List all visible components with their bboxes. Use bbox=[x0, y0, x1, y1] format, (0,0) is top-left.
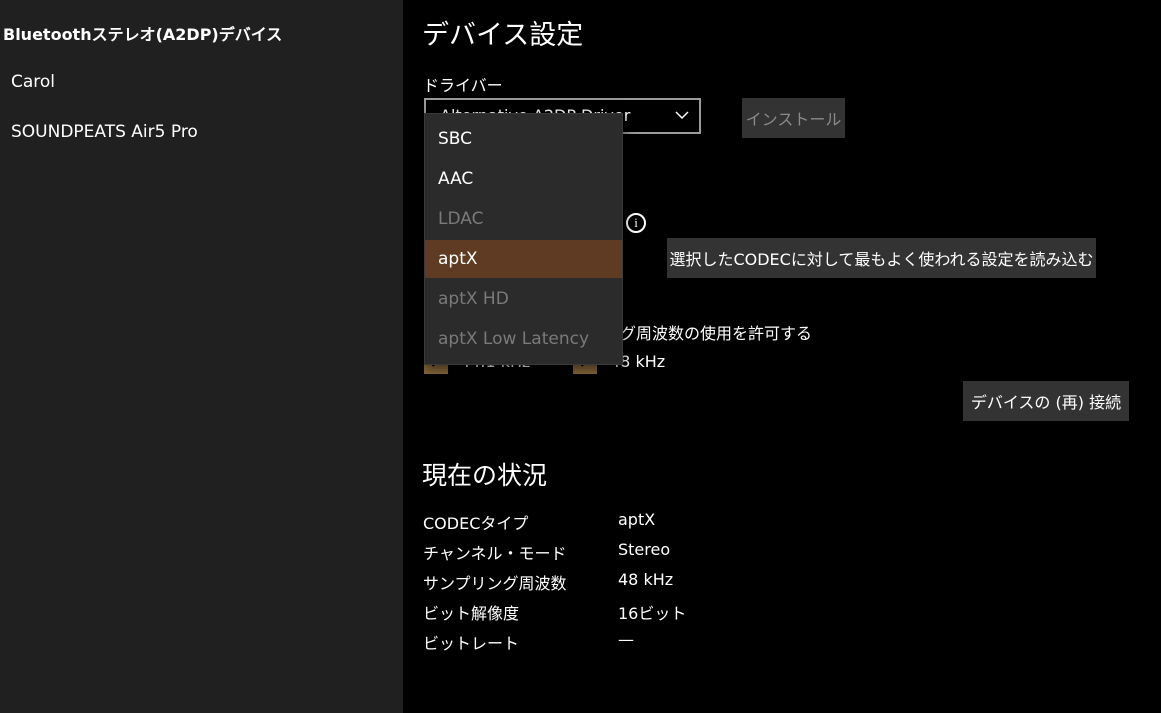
status-value-channel: Stereo bbox=[618, 540, 671, 559]
status-value-sampling: 48 kHz bbox=[618, 570, 674, 589]
status-key-bitrate: ビットレート bbox=[423, 634, 520, 653]
status-value-bitrate: — bbox=[618, 630, 634, 649]
sidebar: Bluetoothステレオ(A2DP)デバイス Carol SOUNDPEATS… bbox=[0, 0, 403, 713]
sidebar-header: Bluetoothステレオ(A2DP)デバイス bbox=[3, 25, 283, 44]
status-title: 現在の状況 bbox=[422, 461, 548, 490]
status-key-codec: CODECタイプ bbox=[423, 514, 529, 533]
status-key-channel: チャンネル・モード bbox=[423, 544, 567, 563]
codec-option-aptx-hd: aptX HD bbox=[438, 289, 509, 309]
codec-option-sbc[interactable]: SBC bbox=[425, 120, 622, 158]
codec-option-aptx[interactable]: aptX bbox=[425, 240, 622, 278]
app-window: Bluetoothステレオ(A2DP)デバイス Carol SOUNDPEATS… bbox=[0, 0, 1161, 713]
codec-option-aac[interactable]: AAC bbox=[425, 160, 622, 198]
status-value-bitdepth: 16ビット bbox=[618, 604, 687, 623]
status-key-sampling: サンプリング周波数 bbox=[423, 574, 567, 593]
status-value-codec: aptX bbox=[618, 510, 656, 529]
status-key-bitdepth: ビット解像度 bbox=[423, 604, 520, 623]
load-common-settings-button[interactable]: 選択したCODECに対して最もよく使われる設定を読み込む bbox=[667, 238, 1096, 278]
settings-title: デバイス設定 bbox=[422, 20, 584, 51]
install-button[interactable]: インストール bbox=[742, 98, 845, 138]
sidebar-item-soundpeats[interactable]: SOUNDPEATS Air5 Pro bbox=[11, 122, 198, 142]
codec-option-aptx-ll: aptX Low Latency bbox=[438, 329, 589, 349]
codec-option-ldac: LDAC bbox=[438, 209, 484, 229]
sidebar-item-carol[interactable]: Carol bbox=[11, 72, 55, 92]
info-icon[interactable]: i bbox=[626, 213, 646, 233]
reconnect-button[interactable]: デバイスの (再) 接続 bbox=[963, 381, 1129, 421]
driver-label: ドライバー bbox=[423, 76, 503, 95]
sampling-allow-label: グ周波数の使用を許可する bbox=[620, 324, 813, 343]
codec-dropdown: SBC AAC LDAC aptX aptX HD aptX Low Laten… bbox=[424, 113, 623, 365]
chevron-down-icon bbox=[675, 108, 689, 126]
